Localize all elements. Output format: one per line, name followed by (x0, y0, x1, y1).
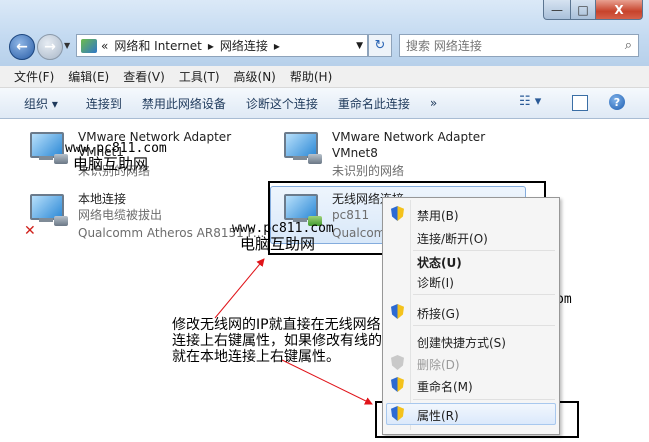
annotation-text: 修改无线网的IP就直接在无线网络连接上右键属性，如果修改有线的就在本地连接上右键… (172, 317, 382, 365)
arrow-to-wireless (214, 258, 265, 319)
annotation-arrows (214, 258, 373, 405)
arrow-to-properties (281, 359, 373, 405)
